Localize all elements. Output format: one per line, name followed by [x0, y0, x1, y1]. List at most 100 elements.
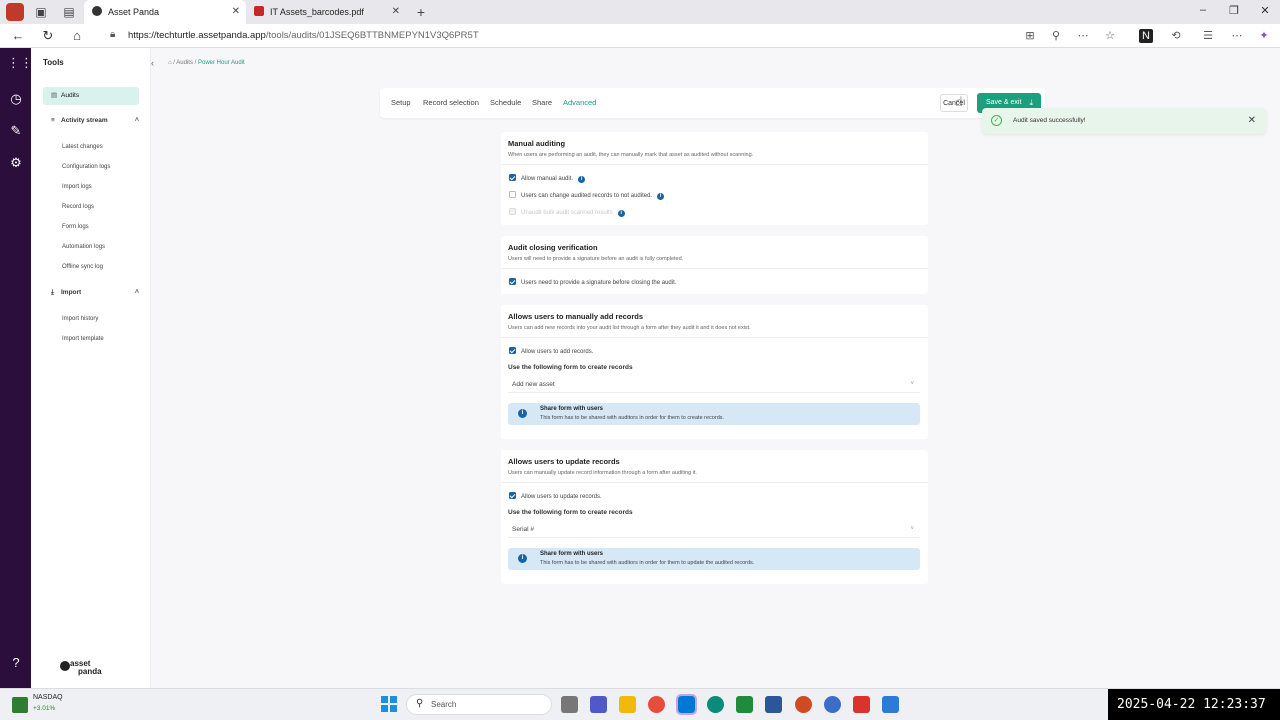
minimize-icon[interactable]: – [1195, 4, 1211, 16]
checkbox-checked[interactable] [509, 174, 516, 181]
teams-icon[interactable] [590, 696, 607, 713]
check-circle-icon: ✓ [991, 115, 1002, 126]
snagit-icon[interactable] [853, 696, 870, 713]
copilot-icon[interactable]: ✦ [1257, 29, 1271, 43]
app-icon[interactable] [824, 696, 841, 713]
checkbox-checked[interactable] [509, 278, 516, 285]
sidebar-item-audits[interactable]: ▤ Audits [43, 87, 139, 105]
create-form-select[interactable]: Add new asset ˅ [508, 378, 920, 393]
sidebar-item-automation-logs[interactable]: Automation logs [62, 244, 105, 250]
excel-icon[interactable] [736, 696, 753, 713]
word-icon[interactable] [765, 696, 782, 713]
stock-chart-icon[interactable] [12, 697, 28, 713]
task-view-icon[interactable] [561, 696, 578, 713]
outlook-icon[interactable] [676, 694, 697, 715]
option-signature[interactable]: Users need to provide a signature before… [509, 278, 676, 286]
profile-icon[interactable] [6, 3, 24, 21]
back-icon[interactable]: ← [10, 28, 26, 44]
divider [501, 337, 928, 338]
breadcrumb-audits[interactable]: Audits [176, 60, 193, 66]
info-icon[interactable]: i [617, 210, 625, 217]
info-icon[interactable]: i [657, 193, 665, 200]
cancel-button[interactable]: Cancel [940, 94, 968, 112]
favorite-star-icon[interactable]: ☆ [1103, 29, 1117, 43]
checkbox-checked[interactable] [509, 492, 516, 499]
mouse-cursor-icon: ☝ [955, 94, 963, 109]
windows-start-icon[interactable] [381, 696, 397, 712]
option-allow-add[interactable]: Allow users to add records. [509, 347, 593, 355]
info-icon: i [518, 554, 527, 563]
edge-icon[interactable] [707, 696, 724, 713]
option-allow-manual-audit[interactable]: Allow manual audit. i [509, 174, 586, 183]
settings-gear-icon[interactable]: ⚙ [7, 154, 25, 172]
tab-actions-icon[interactable]: ▤ [61, 4, 77, 20]
apps-grid-icon[interactable]: ⋮⋮ [7, 54, 33, 72]
sidebar-item-offline-sync-log[interactable]: Offline sync log [62, 264, 103, 270]
window-close-icon[interactable]: ✕ [1257, 4, 1273, 17]
sidebar-item-import-history[interactable]: Import history [62, 316, 98, 322]
tab-schedule[interactable]: Schedule [490, 98, 521, 107]
sidebar-item-record-logs[interactable]: Record logs [62, 204, 94, 210]
info-icon[interactable]: i [578, 176, 586, 183]
sidebar-item-form-logs[interactable]: Form logs [62, 224, 89, 230]
file-explorer-icon[interactable] [619, 696, 636, 713]
checkbox-disabled [509, 208, 516, 215]
more-menu-icon[interactable]: ⋯ [1230, 29, 1244, 43]
help-icon[interactable]: ? [7, 654, 25, 672]
card-add-records: Allows users to manually add records Use… [501, 305, 928, 439]
sidebar-item-import-logs[interactable]: Import logs [62, 184, 92, 190]
app-available-icon[interactable]: ⊞ [1023, 29, 1037, 43]
app-area: ⋮⋮ ◷ ✎ ⚙ ? Tools ‹ ▤ Audits ≡ Activity str… [0, 48, 1280, 688]
collapse-chevron-icon[interactable]: ‹ [151, 58, 154, 68]
option-label: Allow manual audit. [521, 176, 574, 182]
zoom-icon[interactable]: ⚲ [1049, 29, 1063, 43]
chrome-icon[interactable] [648, 696, 665, 713]
sidebar-item-import-template[interactable]: Import template [62, 336, 104, 342]
wrench-icon[interactable]: ✎ [7, 122, 25, 140]
sidebar-group-activity[interactable]: ≡ Activity stream ˄ [43, 117, 139, 124]
group-label: Activity stream [61, 117, 108, 124]
tab-title: IT Assets_barcodes.pdf [270, 7, 364, 17]
home-icon[interactable]: ⌂ [69, 28, 85, 44]
history-icon[interactable]: ◷ [7, 90, 25, 108]
tab-setup[interactable]: Setup [391, 98, 411, 107]
sidebar-group-import[interactable]: ⤓ Import ˄ [43, 289, 139, 297]
home-icon[interactable]: ⌂ [168, 60, 172, 66]
tab-advanced[interactable]: Advanced [563, 98, 596, 107]
extensions-puzzle-icon[interactable]: ⟲ [1169, 29, 1183, 43]
tab-pdf[interactable]: IT Assets_barcodes.pdf ✕ [246, 0, 406, 24]
select-value: Add new asset [512, 381, 555, 388]
sidebar-item-configuration-logs[interactable]: Configuration logs [62, 164, 110, 170]
close-icon[interactable]: ✕ [392, 0, 400, 24]
checkbox-unchecked[interactable] [509, 191, 516, 198]
option-change-audited[interactable]: Users can change audited records to not … [509, 191, 665, 200]
option-allow-update[interactable]: Allow users to update records. [509, 492, 602, 500]
extension-icon[interactable]: N [1139, 29, 1153, 43]
chevron-down-icon: ˅ [910, 526, 914, 532]
powerpoint-icon[interactable] [795, 696, 812, 713]
favorites-icon[interactable]: ☰ [1201, 29, 1215, 43]
ticker-name[interactable]: NASDAQ [33, 694, 63, 701]
sidebar-item-latest-changes[interactable]: Latest changes [62, 144, 103, 150]
read-aloud-icon[interactable]: ⋯ [1076, 29, 1090, 43]
timestamp-clock: 2025-04-22 12:23:37 [1108, 689, 1280, 720]
new-tab-icon[interactable]: + [413, 4, 429, 20]
tab-record-selection[interactable]: Record selection [423, 98, 479, 107]
update-form-select[interactable]: Serial # ˅ [508, 523, 920, 538]
checkbox-checked[interactable] [509, 347, 516, 354]
tab-share[interactable]: Share [532, 98, 552, 107]
url-field[interactable]: 🔒︎ https://techturtle.assetpanda.app/too… [100, 26, 1060, 46]
card-description: Users will need to provide a signature b… [508, 256, 684, 262]
chevron-up-icon: ˄ [134, 289, 139, 296]
taskbar-search[interactable]: ⚲ Search [406, 694, 552, 715]
option-label: Users can change audited records to not … [521, 193, 653, 199]
tab-asset-panda[interactable]: Asset Panda ✕ [84, 0, 246, 24]
refresh-icon[interactable]: ↻ [40, 28, 56, 44]
option-label: Allow users to update records. [521, 494, 602, 500]
restore-icon[interactable]: ❐ [1226, 4, 1242, 17]
close-icon[interactable]: ✕ [232, 0, 240, 24]
app-s-icon[interactable] [882, 696, 899, 713]
close-icon[interactable]: ✕ [1248, 115, 1256, 126]
workspaces-icon[interactable]: ▣ [33, 4, 49, 20]
windows-taskbar: NASDAQ +3.01% ⚲ Search 2025-04-22 12:23:… [0, 688, 1280, 720]
